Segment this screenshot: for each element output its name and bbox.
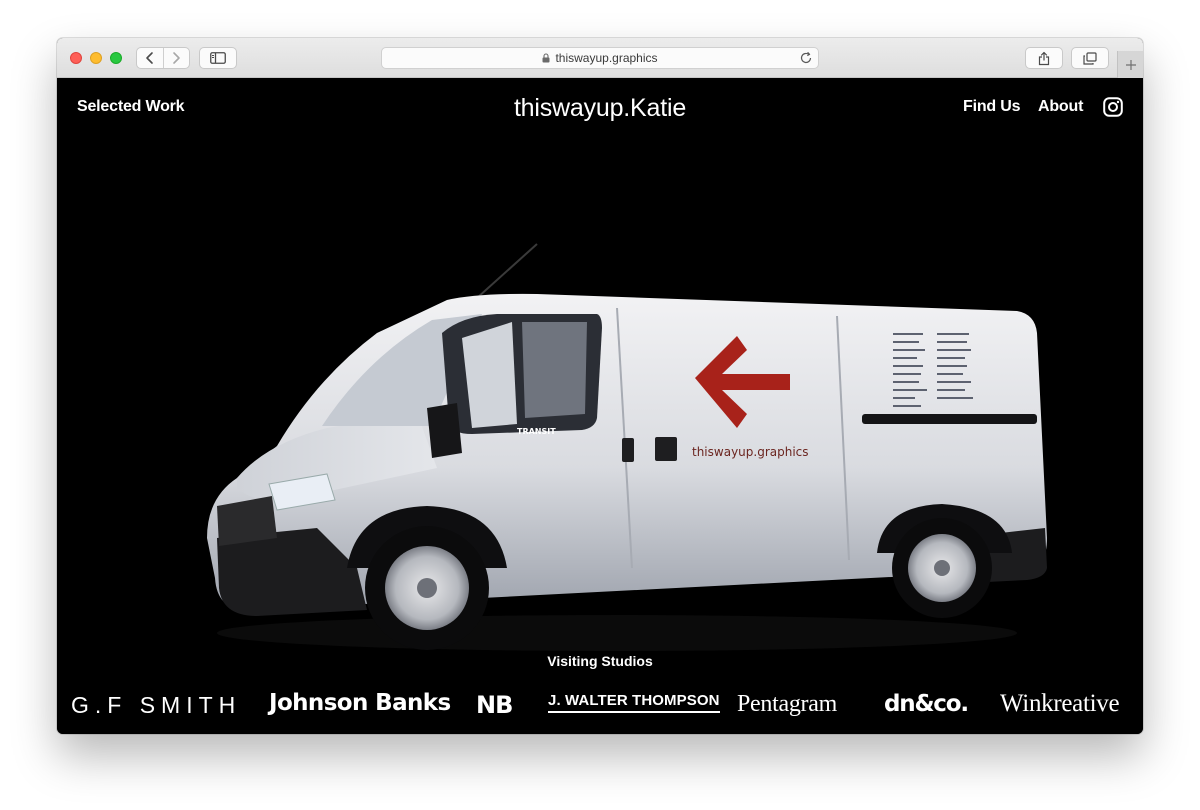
studio-logo-dn-co[interactable]: dn&co. — [884, 691, 969, 717]
chevron-right-icon — [173, 52, 181, 64]
share-button[interactable] — [1025, 47, 1063, 69]
chevron-left-icon — [146, 52, 153, 64]
van-illustration: TRANSIT thiswayup.graphics — [207, 243, 1047, 651]
van-brand-text: thiswayup.graphics — [692, 445, 809, 459]
tabs-overview-button[interactable] — [1071, 47, 1109, 69]
studio-logo-gf-smith[interactable]: G.F SMITH — [71, 692, 241, 719]
studio-logo-johnson-banks[interactable]: Johnson Banks — [269, 690, 451, 716]
studio-logo-winkreative[interactable]: Winkreative — [1000, 690, 1120, 718]
studio-logo-pentagram[interactable]: Pentagram — [737, 691, 837, 718]
zoom-window-button[interactable] — [110, 52, 122, 64]
lock-icon — [542, 53, 550, 63]
share-icon — [1038, 51, 1050, 65]
back-button[interactable] — [137, 48, 163, 68]
about-link[interactable]: About — [1038, 98, 1083, 116]
browser-window: thiswayup.graphics Selected Work thisway… — [57, 38, 1143, 734]
instagram-icon[interactable] — [1103, 97, 1123, 122]
sidebar-icon — [210, 52, 226, 64]
new-tab-button[interactable] — [1117, 51, 1143, 78]
tabs-icon — [1083, 51, 1097, 65]
url-text: thiswayup.graphics — [555, 51, 658, 65]
selected-work-link[interactable]: Selected Work — [77, 98, 185, 116]
studio-logo-nb[interactable]: NB — [476, 691, 513, 719]
minimize-window-button[interactable] — [90, 52, 102, 64]
plus-icon — [1125, 59, 1136, 70]
history-nav-group — [136, 47, 190, 69]
browser-toolbar: thiswayup.graphics — [57, 38, 1143, 78]
visiting-studios-heading: Visiting Studios — [547, 653, 653, 669]
forward-button[interactable] — [162, 48, 189, 68]
find-us-link[interactable]: Find Us — [963, 98, 1020, 116]
reload-icon[interactable] — [799, 51, 813, 68]
studio-logo-j-walter-thompson[interactable]: J. WALTER THOMPSON — [548, 692, 720, 713]
address-bar[interactable]: thiswayup.graphics — [381, 47, 819, 69]
web-page: Selected Work thiswayup.Katie Find Us Ab… — [57, 78, 1143, 734]
close-window-button[interactable] — [70, 52, 82, 64]
sidebar-toggle-button[interactable] — [199, 47, 237, 69]
van-badge: TRANSIT — [517, 427, 556, 436]
site-title[interactable]: thiswayup.Katie — [514, 94, 686, 122]
